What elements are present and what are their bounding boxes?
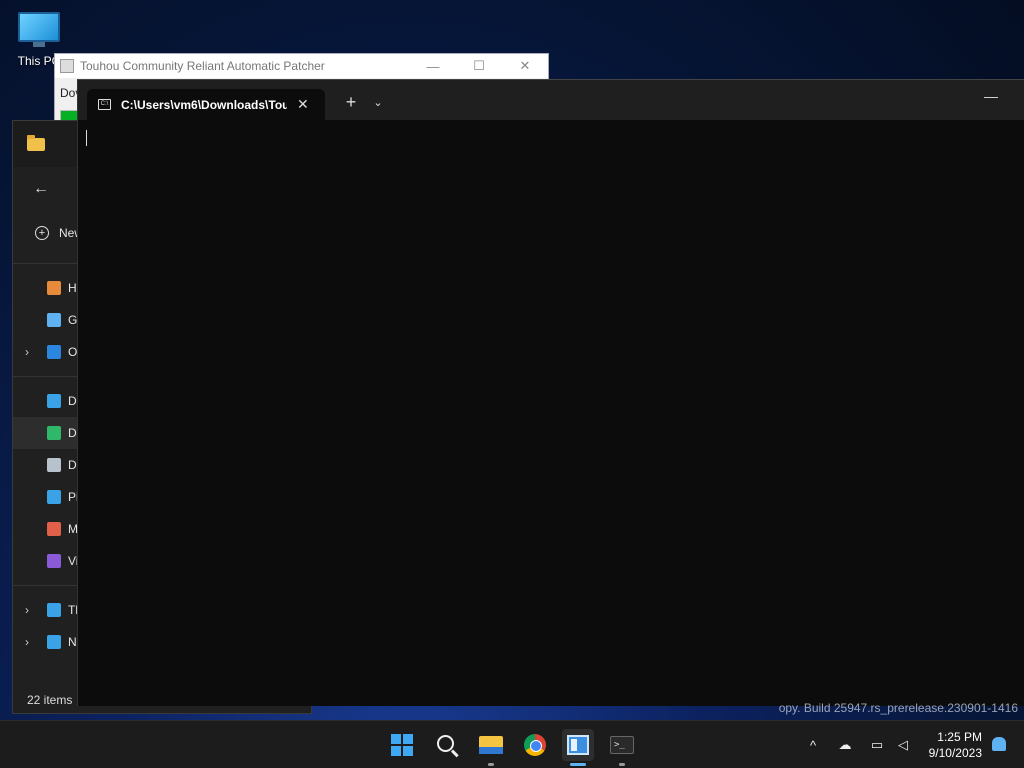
folder-icon [27,134,45,151]
windows-logo-icon [391,734,413,756]
file-explorer-icon [479,736,503,754]
explorer-status-bar: 22 items [27,693,73,707]
chrome-icon [524,734,546,756]
plus-circle-icon: + [35,226,49,240]
patcher-maximize-button[interactable]: ☐ [456,58,502,74]
new-tab-button[interactable]: + [339,92,363,114]
videos-icon [47,554,61,568]
cmd-icon: C:\ [98,99,111,110]
notification-bell-icon[interactable] [992,737,1006,751]
taskbar-chrome[interactable] [519,729,551,761]
system-tray: ^ ☁ ▭ ◁ [802,721,914,768]
sidebar-item-label: D [68,458,77,472]
search-button[interactable] [431,729,463,761]
terminal-tab[interactable]: C:\ C:\Users\vm6\Downloads\Tou ✕ [87,89,325,120]
chevron-right-icon[interactable]: › [25,635,29,649]
build-watermark: opy. Build 25947.rs_prerelease.230901-14… [778,701,1018,715]
volume-muted-icon[interactable]: ◁ [892,737,914,753]
music-icon [47,522,61,536]
patcher-minimize-button[interactable]: — [410,59,456,74]
sidebar-item-label: G [68,313,78,327]
desktop-icon [47,394,61,408]
patcher-title: Touhou Community Reliant Automatic Patch… [80,59,325,73]
notepad-icon [567,735,589,755]
sidebar-item-label: O [68,345,78,359]
chevron-right-icon[interactable]: › [25,603,29,617]
tab-dropdown-button[interactable]: ⌄ [368,92,388,114]
onedrive-icon [47,345,61,359]
taskbar: >_ ^ ☁ ▭ ◁ 1:25 PM 9/10/2023 [0,720,1024,768]
monitor-icon [18,12,60,42]
this-pc-icon [47,603,61,617]
back-arrow-icon[interactable]: ← [33,180,49,198]
taskbar-notepad[interactable] [562,729,594,766]
terminal-console[interactable] [78,120,1024,706]
sidebar-item-label: D [68,394,77,408]
tray-overflow-chevron-icon[interactable]: ^ [802,738,824,753]
search-icon [437,735,454,752]
home-icon [47,281,61,295]
network-icon [47,635,61,649]
taskbar-file-explorer[interactable] [475,729,507,766]
network-icon[interactable]: ▭ [866,737,888,753]
sidebar-item-label: H [68,281,77,295]
terminal-window: C:\ C:\Users\vm6\Downloads\Tou ✕ + ⌄ — [77,79,1024,706]
terminal-tab-title: C:\Users\vm6\Downloads\Tou [121,97,287,112]
tab-close-icon[interactable]: ✕ [297,96,309,113]
terminal-icon: >_ [610,736,634,754]
gallery-icon [47,313,61,327]
terminal-minimize-button[interactable]: — [976,88,1006,112]
chevron-right-icon[interactable]: › [25,345,29,359]
documents-icon [47,458,61,472]
patcher-titlebar[interactable]: Touhou Community Reliant Automatic Patch… [55,54,548,78]
patcher-close-button[interactable]: ✕ [502,58,548,74]
downloads-icon [47,426,61,440]
pictures-icon [47,490,61,504]
taskbar-terminal[interactable]: >_ [606,729,638,766]
patcher-app-icon [60,59,74,73]
terminal-tab-bar[interactable]: C:\ C:\Users\vm6\Downloads\Tou ✕ + ⌄ — [78,80,1024,120]
cloud-offline-icon[interactable]: ☁ [834,737,856,753]
sidebar-item-label: N [68,635,77,649]
start-button[interactable] [386,729,418,761]
sidebar-item-label: D [68,426,77,440]
taskbar-clock[interactable]: 1:25 PM 9/10/2023 [929,729,982,761]
text-cursor [86,130,87,146]
clock-time: 1:25 PM [937,730,982,744]
clock-date: 9/10/2023 [928,746,982,760]
